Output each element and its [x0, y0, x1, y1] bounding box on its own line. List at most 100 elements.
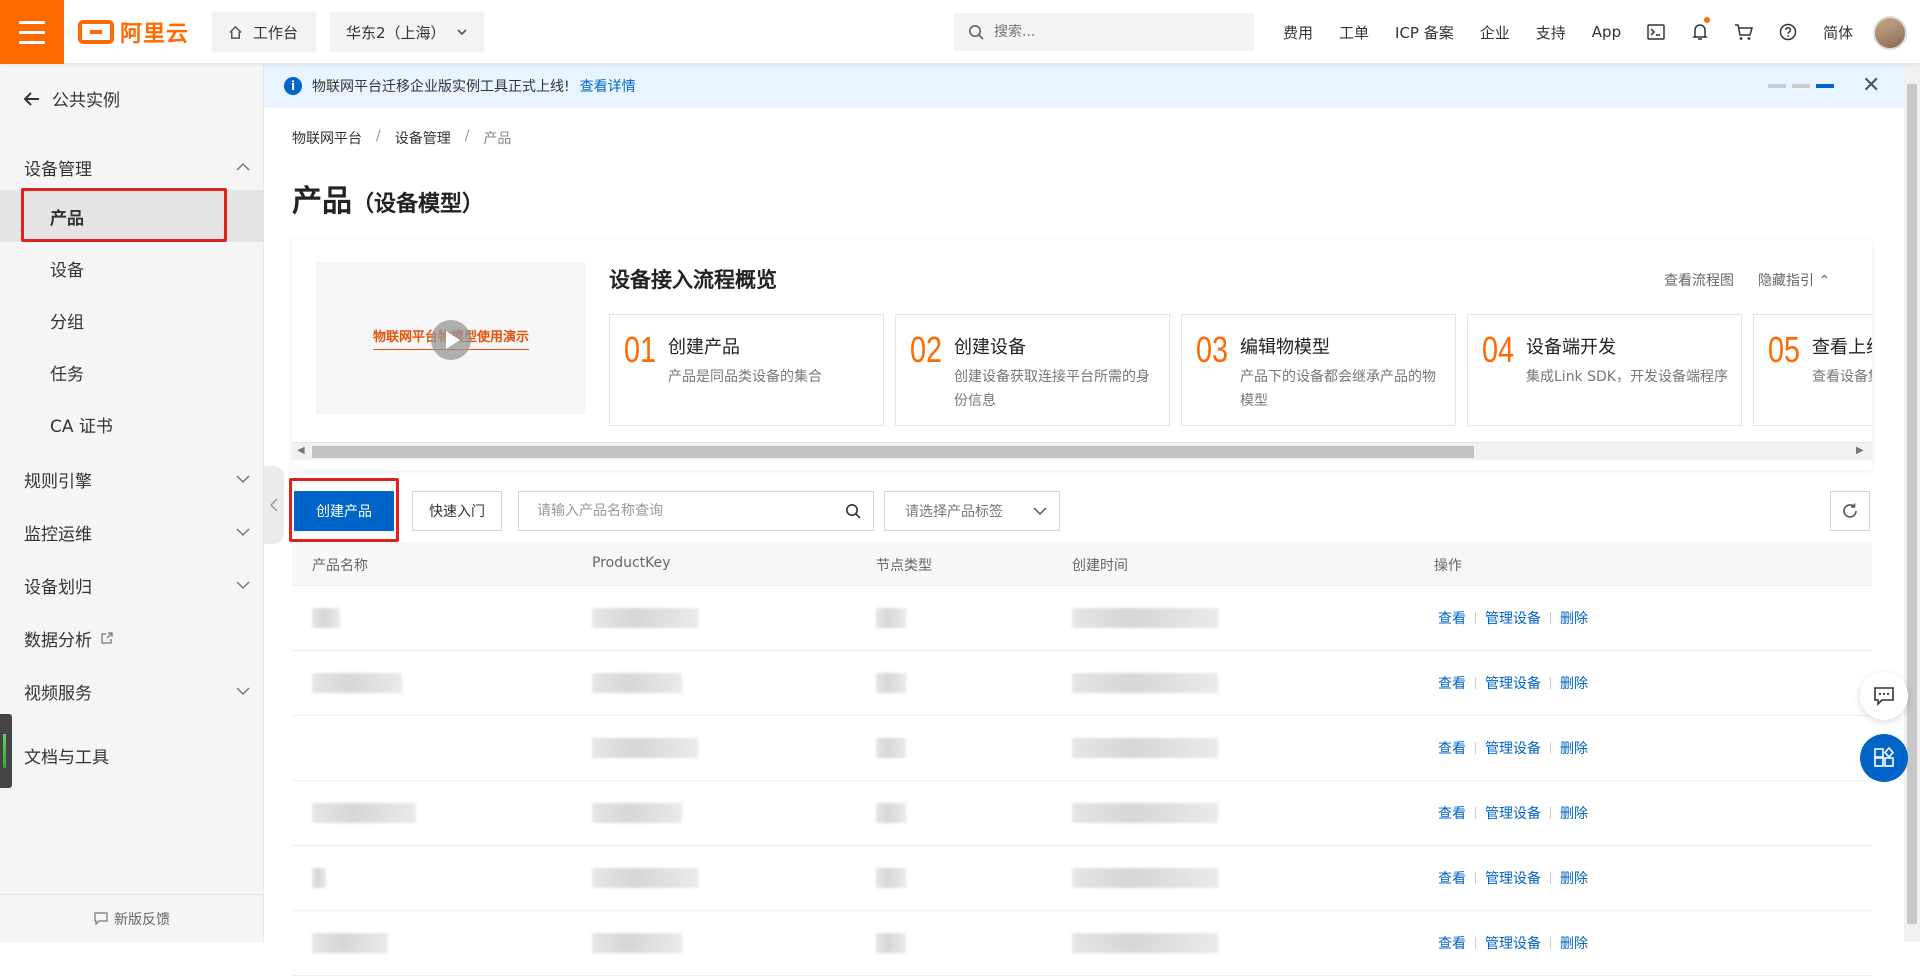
sidebar-item-task[interactable]: 任务 [0, 346, 264, 398]
sidebar-group-label: 视频服务 [24, 683, 92, 704]
guide-step-create-product[interactable]: 01 创建产品 产品是同品类设备的集合 [609, 314, 884, 426]
action-manage-devices[interactable]: 管理设备 [1485, 738, 1541, 758]
guide-step-edit-model[interactable]: 03 编辑物模型 产品下的设备都会继承产品的物模型 [1181, 314, 1456, 426]
guide-step-device-dev[interactable]: 04 设备端开发 集成Link SDK，开发设备端程序 [1467, 314, 1742, 426]
action-view[interactable]: 查看 [1438, 673, 1466, 693]
action-manage-devices[interactable]: 管理设备 [1485, 608, 1541, 628]
sidebar-group-rules-engine[interactable]: 规则引擎 [0, 454, 264, 504]
sidebar-group-video-service[interactable]: 视频服务 [0, 666, 264, 716]
page-vertical-scrollbar[interactable] [1904, 64, 1920, 942]
guide-step-view-online[interactable]: 05 查看上线 查看设备集成Link SDK，开发 [1753, 314, 1872, 426]
sidebar-group-data-analytics[interactable]: 数据分析 [0, 613, 264, 663]
action-manage-devices[interactable]: 管理设备 [1485, 673, 1541, 693]
action-view[interactable]: 查看 [1438, 608, 1466, 628]
action-delete[interactable]: 删除 [1560, 608, 1588, 628]
action-view[interactable]: 查看 [1438, 803, 1466, 823]
sidebar-group-device-management[interactable]: 设备管理 [0, 142, 264, 192]
create-product-button[interactable]: 创建产品 [294, 491, 394, 531]
step-title: 查看上线 [1812, 337, 1872, 358]
language-switch[interactable]: 简体 [1823, 22, 1853, 43]
side-floating-tab[interactable] [0, 714, 12, 788]
cell-product-name[interactable] [312, 608, 340, 628]
demo-video[interactable]: 物联网平台物模型使用演示 [316, 262, 586, 414]
sidebar-item-product[interactable]: 产品 [0, 190, 264, 242]
cell-product-name[interactable] [312, 933, 388, 953]
product-search-input[interactable] [537, 503, 845, 519]
pager-dot[interactable] [1792, 84, 1810, 88]
sidebar-item-group[interactable]: 分组 [0, 294, 264, 346]
link-support[interactable]: 支持 [1536, 22, 1566, 43]
global-search-input[interactable] [994, 24, 1224, 40]
action-view[interactable]: 查看 [1438, 738, 1466, 758]
guide-horizontal-scrollbar[interactable]: ◀ ▶ [292, 442, 1872, 460]
action-divider [1550, 742, 1551, 754]
scrollbar-thumb[interactable] [312, 446, 1474, 458]
cell-product-name[interactable] [312, 673, 402, 693]
scrollbar-thumb[interactable] [1907, 84, 1917, 924]
workbench-button[interactable]: 工作台 [212, 12, 316, 52]
search-icon[interactable] [845, 503, 861, 519]
action-manage-devices[interactable]: 管理设备 [1485, 803, 1541, 823]
cell-product-name[interactable] [312, 803, 416, 823]
apps-button[interactable] [1860, 734, 1908, 782]
link-icp[interactable]: ICP 备案 [1395, 22, 1454, 43]
action-delete[interactable]: 删除 [1560, 738, 1588, 758]
link-billing[interactable]: 费用 [1283, 22, 1313, 43]
action-view[interactable]: 查看 [1438, 933, 1466, 953]
sidebar-collapse-handle[interactable] [264, 466, 284, 544]
chat-assistant-button[interactable] [1860, 672, 1908, 720]
action-delete[interactable]: 删除 [1560, 673, 1588, 693]
hamburger-menu-button[interactable] [0, 0, 64, 64]
close-icon[interactable]: ✕ [1862, 74, 1880, 98]
action-view[interactable]: 查看 [1438, 868, 1466, 888]
scroll-right-icon[interactable]: ▶ [1856, 445, 1864, 456]
link-enterprise[interactable]: 企业 [1480, 22, 1510, 43]
sidebar-group-label: 规则引擎 [24, 471, 92, 492]
pager-dot-active[interactable] [1816, 84, 1834, 88]
sidebar-item-label: 分组 [50, 312, 84, 333]
sidebar-group-device-assign[interactable]: 设备划归 [0, 560, 264, 610]
refresh-button[interactable] [1830, 491, 1870, 531]
cell-product-name[interactable] [312, 868, 326, 888]
notification-button[interactable] [1678, 0, 1722, 64]
help-button[interactable] [1766, 0, 1810, 64]
global-search[interactable] [954, 13, 1254, 51]
action-delete[interactable]: 删除 [1560, 868, 1588, 888]
cell-productkey [592, 803, 682, 823]
cart-button[interactable] [1722, 0, 1766, 64]
logo-mark-icon [78, 20, 114, 44]
user-avatar[interactable] [1873, 16, 1907, 50]
announcement-link[interactable]: 查看详情 [580, 76, 636, 96]
sidebar-group-docs-tools[interactable]: 文档与工具 [0, 730, 264, 780]
step-title: 设备端开发 [1526, 337, 1616, 358]
scroll-left-icon[interactable]: ◀ [297, 445, 305, 456]
link-app[interactable]: App [1592, 23, 1621, 41]
breadcrumb-item[interactable]: 物联网平台 [292, 128, 362, 148]
action-manage-devices[interactable]: 管理设备 [1485, 868, 1541, 888]
page-subtitle: （设备模型） [352, 192, 485, 217]
hide-guide-link[interactable]: 隐藏指引 ⌃ [1758, 270, 1830, 290]
breadcrumb-item[interactable]: 设备管理 [395, 128, 451, 148]
cell-node-type [876, 933, 906, 953]
cloud-shell-button[interactable] [1634, 0, 1678, 64]
sidebar-item-device[interactable]: 设备 [0, 242, 264, 294]
feedback-button[interactable]: 新版反馈 [0, 894, 264, 942]
sidebar-item-ca-cert[interactable]: CA 证书 [0, 398, 264, 450]
view-flowchart-link[interactable]: 查看流程图 [1664, 270, 1734, 290]
guide-step-create-device[interactable]: 02 创建设备 创建设备获取连接平台所需的身份信息 [895, 314, 1170, 426]
back-to-instances[interactable]: 公共实例 [24, 86, 120, 111]
aliyun-logo[interactable]: 阿里云 [78, 18, 189, 47]
action-delete[interactable]: 删除 [1560, 933, 1588, 953]
sidebar-item-label: CA 证书 [50, 416, 113, 437]
link-ticket[interactable]: 工单 [1339, 22, 1369, 43]
product-search[interactable] [518, 491, 874, 531]
play-icon[interactable] [431, 320, 471, 360]
region-selector[interactable]: 华东2（上海） [330, 12, 484, 52]
announcement-pager[interactable] [1768, 84, 1834, 88]
action-manage-devices[interactable]: 管理设备 [1485, 933, 1541, 953]
pager-dot[interactable] [1768, 84, 1786, 88]
action-delete[interactable]: 删除 [1560, 803, 1588, 823]
sidebar-group-monitoring[interactable]: 监控运维 [0, 507, 264, 557]
quick-start-button[interactable]: 快速入门 [412, 491, 502, 531]
product-tag-select[interactable]: 请选择产品标签 [884, 491, 1060, 531]
